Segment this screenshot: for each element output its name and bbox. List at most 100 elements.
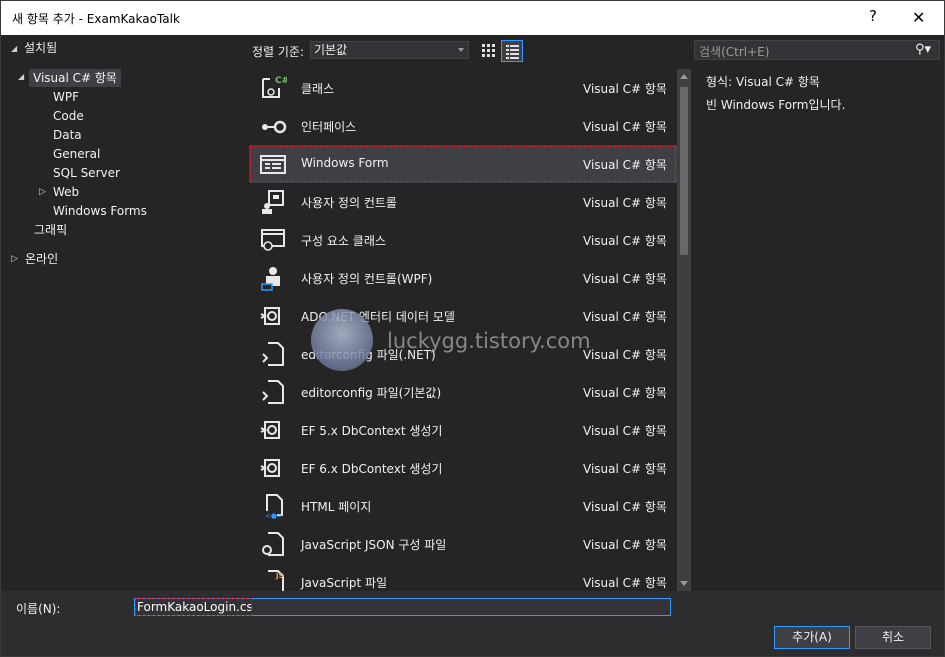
windows-form-icon xyxy=(260,155,286,174)
expand-triangle-icon[interactable]: ▷ xyxy=(39,187,46,197)
list-item[interactable]: editorconfig 파일(기본값) Visual C# 항목 xyxy=(249,373,677,411)
item-name: EF 5.x DbContext 생성기 xyxy=(301,424,443,438)
add-new-item-dialog: 새 항목 추가 - ExamKakaoTalk ? ✕ ◢ 설치됨 ◢ Visu… xyxy=(0,0,945,657)
tree-node-general[interactable]: General xyxy=(53,145,100,163)
class-icon: C# xyxy=(262,76,287,98)
type-line: 형식: Visual C# 항목 xyxy=(706,73,820,90)
add-button[interactable]: 추가(A) xyxy=(774,626,850,649)
medium-icons-view-button[interactable] xyxy=(478,40,498,60)
tree-node-data[interactable]: Data xyxy=(53,126,82,144)
list-view-button[interactable] xyxy=(501,40,523,62)
tree-node-online[interactable]: 온라인 xyxy=(25,250,58,268)
dialog-body: ◢ 설치됨 ◢ Visual C# 항목 WPF Code Data Gener… xyxy=(1,35,944,591)
editorconfig-icon xyxy=(262,342,284,366)
scroll-down-arrow-icon[interactable] xyxy=(680,581,688,586)
type-label: 형식: xyxy=(706,75,733,89)
search-placeholder: 검색(Ctrl+E) xyxy=(699,45,770,59)
grid-view-icon xyxy=(482,44,495,57)
data-model-icon xyxy=(260,307,280,325)
list-item[interactable]: EF 5.x DbContext 생성기 Visual C# 항목 xyxy=(249,411,677,449)
list-item[interactable]: JavaScript JSON 구성 파일 Visual C# 항목 xyxy=(249,525,677,563)
list-item[interactable]: JS JavaScript 파일 Visual C# 항목 xyxy=(249,563,677,591)
item-name: HTML 페이지 xyxy=(301,500,372,514)
item-category: Visual C# 항목 xyxy=(583,310,667,324)
item-name: Windows Form xyxy=(301,156,389,170)
input-highlight-outline xyxy=(135,598,252,616)
search-input[interactable]: 검색(Ctrl+E) ⚲▾ xyxy=(694,40,940,60)
item-category: Visual C# 항목 xyxy=(583,158,667,172)
type-value: Visual C# 항목 xyxy=(735,75,820,89)
list-item[interactable]: <●> HTML 페이지 Visual C# 항목 xyxy=(249,487,677,525)
ef-generator-icon xyxy=(260,459,280,477)
item-name: 인터페이스 xyxy=(301,120,357,134)
watermark-avatar xyxy=(311,309,373,371)
wpf-user-control-icon xyxy=(261,267,280,291)
item-name: 사용자 정의 컨트롤 xyxy=(301,196,397,210)
tree-node-graphics[interactable]: 그래픽 xyxy=(34,221,67,239)
sort-label: 정렬 기준: xyxy=(252,45,305,59)
list-toolbar: 정렬 기준: 기본값 xyxy=(245,35,688,65)
svg-text:<●>: <●> xyxy=(265,512,283,520)
watermark-text: luckygg.tistory.com xyxy=(387,329,591,353)
item-category: Visual C# 항목 xyxy=(583,386,667,400)
tree-node-code[interactable]: Code xyxy=(53,107,84,125)
expand-triangle-icon[interactable]: ▷ xyxy=(11,254,18,264)
interface-icon xyxy=(262,120,287,134)
list-item[interactable]: 인터페이스 Visual C# 항목 xyxy=(249,107,677,145)
template-tree: ◢ 설치됨 ◢ Visual C# 항목 WPF Code Data Gener… xyxy=(4,35,245,591)
item-name: JavaScript 파일 xyxy=(301,576,388,590)
item-name: JavaScript JSON 구성 파일 xyxy=(301,538,447,552)
sort-dropdown[interactable]: 기본값 xyxy=(310,41,469,59)
list-item[interactable]: 사용자 정의 컨트롤(WPF) Visual C# 항목 xyxy=(249,259,677,297)
item-description: 빈 Windows Form입니다. xyxy=(706,98,846,112)
javascript-file-icon: JS xyxy=(268,570,284,591)
chevron-down-icon xyxy=(458,48,464,52)
collapse-triangle-icon[interactable]: ◢ xyxy=(18,72,24,81)
help-button[interactable]: ? xyxy=(869,7,877,25)
item-name: EF 6.x DbContext 생성기 xyxy=(301,462,443,476)
item-category: Visual C# 항목 xyxy=(583,462,667,476)
name-label: 이름(N): xyxy=(16,602,61,616)
collapse-triangle-icon[interactable]: ◢ xyxy=(11,44,17,53)
item-category: Visual C# 항목 xyxy=(583,576,667,590)
scroll-up-arrow-icon[interactable] xyxy=(680,74,688,79)
list-item[interactable]: EF 6.x DbContext 생성기 Visual C# 항목 xyxy=(249,449,677,487)
list-item-selected[interactable]: Windows Form Visual C# 항목 xyxy=(249,145,677,183)
tree-node-web[interactable]: Web xyxy=(53,183,79,201)
window-title: 새 항목 추가 - ExamKakaoTalk xyxy=(12,12,180,26)
ef-generator-icon xyxy=(260,421,280,439)
tree-node-visual-csharp[interactable]: Visual C# 항목 xyxy=(29,69,121,87)
tree-node-installed[interactable]: 설치됨 xyxy=(24,39,57,57)
item-category: Visual C# 항목 xyxy=(583,424,667,438)
svg-text:C#: C# xyxy=(275,76,287,86)
component-class-icon xyxy=(261,229,285,251)
item-category: Visual C# 항목 xyxy=(583,234,667,248)
user-control-icon xyxy=(262,190,284,214)
search-icon[interactable]: ⚲▾ xyxy=(915,42,931,57)
json-config-icon xyxy=(262,532,284,556)
scrollbar-thumb[interactable] xyxy=(680,87,688,255)
close-button[interactable]: ✕ xyxy=(912,8,925,27)
list-item[interactable]: C# 클래스 Visual C# 항목 xyxy=(249,69,677,107)
item-name: 사용자 정의 컨트롤(WPF) xyxy=(301,272,433,286)
tree-node-windows-forms[interactable]: Windows Forms xyxy=(53,202,147,220)
html-page-icon: <●> xyxy=(265,494,283,520)
cancel-button[interactable]: 취소 xyxy=(855,626,931,649)
item-category: Visual C# 항목 xyxy=(583,272,667,286)
list-item[interactable]: 사용자 정의 컨트롤 Visual C# 항목 xyxy=(249,183,677,221)
list-item[interactable]: 구성 요소 클래스 Visual C# 항목 xyxy=(249,221,677,259)
item-name: 클래스 xyxy=(301,82,335,96)
title-bar: 새 항목 추가 - ExamKakaoTalk ? ✕ xyxy=(1,1,944,35)
list-view-icon xyxy=(506,45,519,59)
item-category: Visual C# 항목 xyxy=(583,120,667,134)
tree-node-sql-server[interactable]: SQL Server xyxy=(53,164,120,182)
tree-node-wpf[interactable]: WPF xyxy=(53,88,79,106)
item-category: Visual C# 항목 xyxy=(583,82,667,96)
list-scrollbar[interactable] xyxy=(677,69,691,591)
name-input[interactable]: FormKakaoLogin.cs xyxy=(134,598,671,616)
item-category: Visual C# 항목 xyxy=(583,348,667,362)
svg-text:JS: JS xyxy=(275,572,284,580)
item-category: Visual C# 항목 xyxy=(583,196,667,210)
sort-value: 기본값 xyxy=(314,43,348,57)
item-category: Visual C# 항목 xyxy=(583,538,667,552)
